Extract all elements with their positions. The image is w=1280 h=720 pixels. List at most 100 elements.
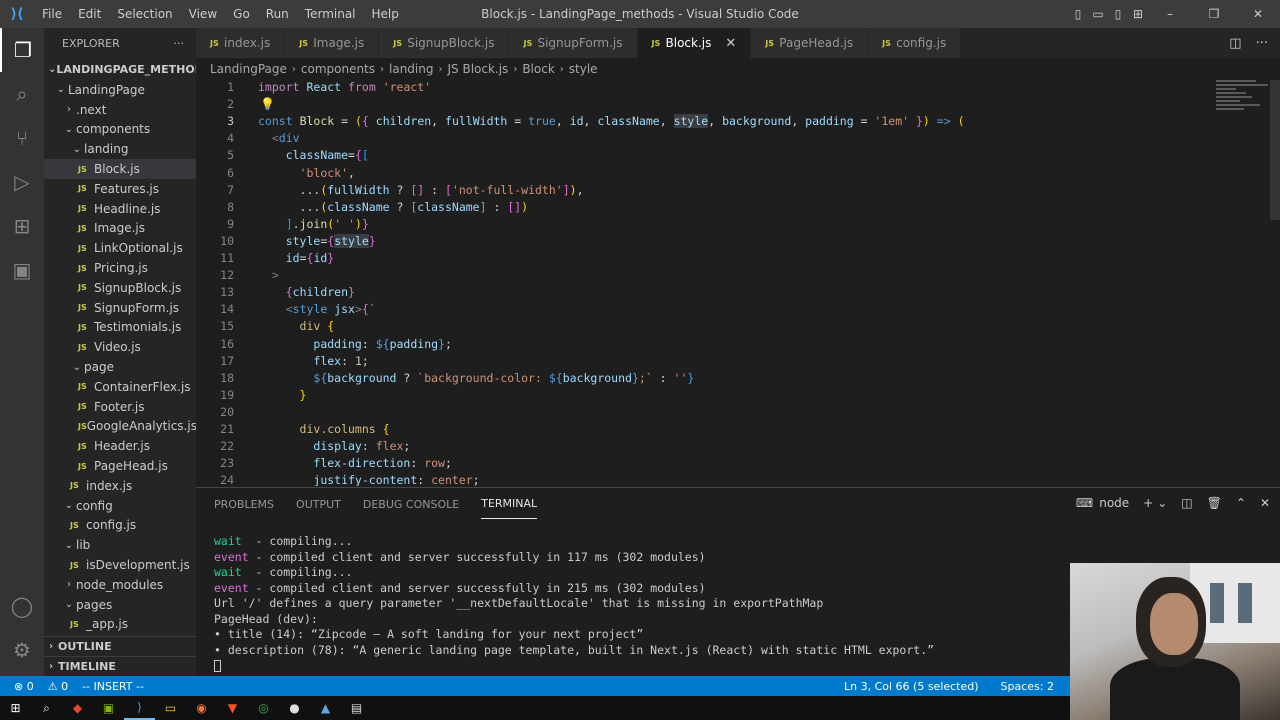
menu-help[interactable]: Help — [364, 0, 407, 28]
terminal-output[interactable]: wait - compiling... event - compiled clie… — [214, 534, 934, 674]
tree-folder[interactable]: ⌄ lib — [44, 535, 196, 555]
menu-view[interactable]: View — [181, 0, 225, 28]
menu-file[interactable]: File — [34, 0, 70, 28]
tree-file[interactable]: JS Image.js — [44, 219, 196, 239]
tab-output[interactable]: OUTPUT — [296, 490, 341, 519]
tree-folder[interactable]: ⌄ LandingPage — [44, 80, 196, 100]
tree-folder[interactable]: › .next — [44, 100, 196, 120]
tree-file[interactable]: JS Video.js — [44, 337, 196, 357]
chevron-down-icon[interactable]: ⌄ — [1157, 496, 1167, 510]
minimize-button[interactable]: – — [1148, 7, 1192, 21]
extensions-icon[interactable]: ⊞ — [0, 204, 44, 248]
app-blue-icon[interactable]: ▲ — [310, 696, 341, 720]
tab-problems[interactable]: PROBLEMS — [214, 490, 274, 519]
close-window-button[interactable]: ✕ — [1236, 7, 1280, 21]
outline-section[interactable]: › OUTLINE — [44, 636, 196, 656]
errors-count[interactable]: ⊗ 0 — [14, 680, 34, 693]
tab-terminal[interactable]: TERMINAL — [481, 489, 538, 519]
tree-file[interactable]: JS SignupForm.js — [44, 298, 196, 318]
tree-folder[interactable]: ⌄ components — [44, 120, 196, 140]
lightbulb-icon[interactable]: 💡 — [260, 96, 275, 113]
close-panel-icon[interactable]: ✕ — [1260, 496, 1270, 510]
tree-file[interactable]: JS config.js — [44, 516, 196, 536]
breadcrumb-item[interactable]: LandingPage — [210, 62, 287, 76]
tree-file[interactable]: JS Header.js — [44, 436, 196, 456]
workspace-root[interactable]: ⌄ LANDINGPAGE_METHODS — [44, 58, 196, 80]
chrome-icon[interactable]: ◎ — [248, 696, 279, 720]
tree-file[interactable]: JS _app.js — [44, 615, 196, 635]
tree-file[interactable]: JS isDevelopment.js — [44, 555, 196, 575]
code-editor[interactable]: 1 import React from 'react' 2 💡 3 const Block… — [196, 80, 1280, 486]
terminal-prompt[interactable] — [214, 658, 934, 674]
vscode-taskbar-icon[interactable]: ⟩ — [124, 696, 155, 720]
maximize-panel-icon[interactable]: ⌃ — [1236, 496, 1246, 510]
tree-file[interactable]: JS GoogleAnalytics.js — [44, 417, 196, 437]
account-icon[interactable]: ◯ — [0, 584, 44, 628]
timeline-section[interactable]: › TIMELINE — [44, 656, 196, 676]
tree-file[interactable]: JS Testimonials.js — [44, 318, 196, 338]
tree-file[interactable]: JS LinkOptional.js — [44, 238, 196, 258]
tab-signupblock-js[interactable]: JS SignupBlock.js — [379, 28, 510, 58]
tree-folder[interactable]: ⌄ landing — [44, 139, 196, 159]
tab-image-js[interactable]: JS Image.js — [285, 28, 380, 58]
menu-go[interactable]: Go — [225, 0, 258, 28]
tab-signupform-js[interactable]: JS SignupForm.js — [509, 28, 638, 58]
split-editor-icon[interactable]: ◫ — [1229, 36, 1241, 51]
minimap[interactable] — [1216, 80, 1272, 130]
tab-pagehead-js[interactable]: JS PageHead.js — [751, 28, 869, 58]
menu-selection[interactable]: Selection — [109, 0, 180, 28]
tree-file[interactable]: JS Block.js — [44, 159, 196, 179]
remote-explorer-icon[interactable]: ▣ — [0, 248, 44, 292]
customize-layout-icon[interactable]: ⊞ — [1128, 7, 1148, 21]
breadcrumb-item[interactable]: style — [569, 62, 598, 76]
menu-run[interactable]: Run — [258, 0, 297, 28]
breadcrumb-item[interactable]: landing — [389, 62, 433, 76]
breadcrumb-item[interactable]: JS Block.js — [447, 62, 508, 76]
brave-icon[interactable]: ▼ — [217, 696, 248, 720]
tab-block-js[interactable]: JS Block.js ✕ — [637, 28, 752, 58]
gear-icon[interactable]: ⚙ — [0, 628, 44, 672]
tree-folder[interactable]: › node_modules — [44, 575, 196, 595]
tree-file[interactable]: JS SignupBlock.js — [44, 278, 196, 298]
tree-folder[interactable]: ⌄ config — [44, 496, 196, 516]
more-actions-icon[interactable]: ··· — [1256, 36, 1268, 51]
notepad-icon[interactable]: ▤ — [341, 696, 372, 720]
cursor-position[interactable]: Ln 3, Col 66 (5 selected) — [844, 680, 979, 693]
tree-folder[interactable]: ⌄ pages — [44, 595, 196, 615]
firefox-icon[interactable]: ◉ — [186, 696, 217, 720]
close-icon[interactable]: ✕ — [725, 36, 736, 51]
tree-folder[interactable]: ⌄ page — [44, 357, 196, 377]
breadcrumb-item[interactable]: Block — [522, 62, 554, 76]
tab-index-js[interactable]: JS index.js — [196, 28, 286, 58]
tab-config-js[interactable]: JS config.js — [868, 28, 962, 58]
tree-file[interactable]: JS Headline.js — [44, 199, 196, 219]
run-debug-icon[interactable]: ▷ — [0, 160, 44, 204]
search-icon[interactable]: ⌕ — [31, 696, 62, 720]
more-actions-icon[interactable]: ··· — [174, 37, 185, 50]
toggle-secondary-sidebar-icon[interactable]: ▯ — [1108, 7, 1128, 21]
toggle-sidebar-icon[interactable]: ▯ — [1068, 7, 1088, 21]
indentation[interactable]: Spaces: 2 — [1001, 680, 1054, 693]
explorer-icon[interactable]: ❐ — [0, 28, 44, 72]
terminal-shell-name[interactable]: node — [1099, 496, 1129, 510]
trash-icon[interactable]: 🗑 — [1207, 496, 1222, 510]
split-terminal-icon[interactable]: ◫ — [1181, 496, 1192, 510]
file-explorer-icon[interactable]: ▭ — [155, 696, 186, 720]
maximize-button[interactable]: ❐ — [1192, 7, 1236, 21]
search-icon[interactable]: ⌕ — [0, 72, 44, 116]
tree-file[interactable]: JS Features.js — [44, 179, 196, 199]
tab-debug-console[interactable]: DEBUG CONSOLE — [363, 490, 459, 519]
tree-file[interactable]: JS Pricing.js — [44, 258, 196, 278]
terminal-app-icon[interactable]: ▣ — [93, 696, 124, 720]
warnings-count[interactable]: ⚠ 0 — [48, 680, 68, 693]
source-control-icon[interactable]: ⑂ — [0, 116, 44, 160]
menu-edit[interactable]: Edit — [70, 0, 109, 28]
app-red-icon[interactable]: ◆ — [62, 696, 93, 720]
windows-start-icon[interactable]: ⊞ — [0, 696, 31, 720]
tree-file[interactable]: JS ContainerFlex.js — [44, 377, 196, 397]
editor-scrollbar[interactable] — [1270, 80, 1280, 220]
github-icon[interactable]: ● — [279, 696, 310, 720]
new-terminal-icon[interactable]: + — [1143, 496, 1153, 510]
breadcrumb-item[interactable]: components — [301, 62, 375, 76]
tree-file[interactable]: JS PageHead.js — [44, 456, 196, 476]
